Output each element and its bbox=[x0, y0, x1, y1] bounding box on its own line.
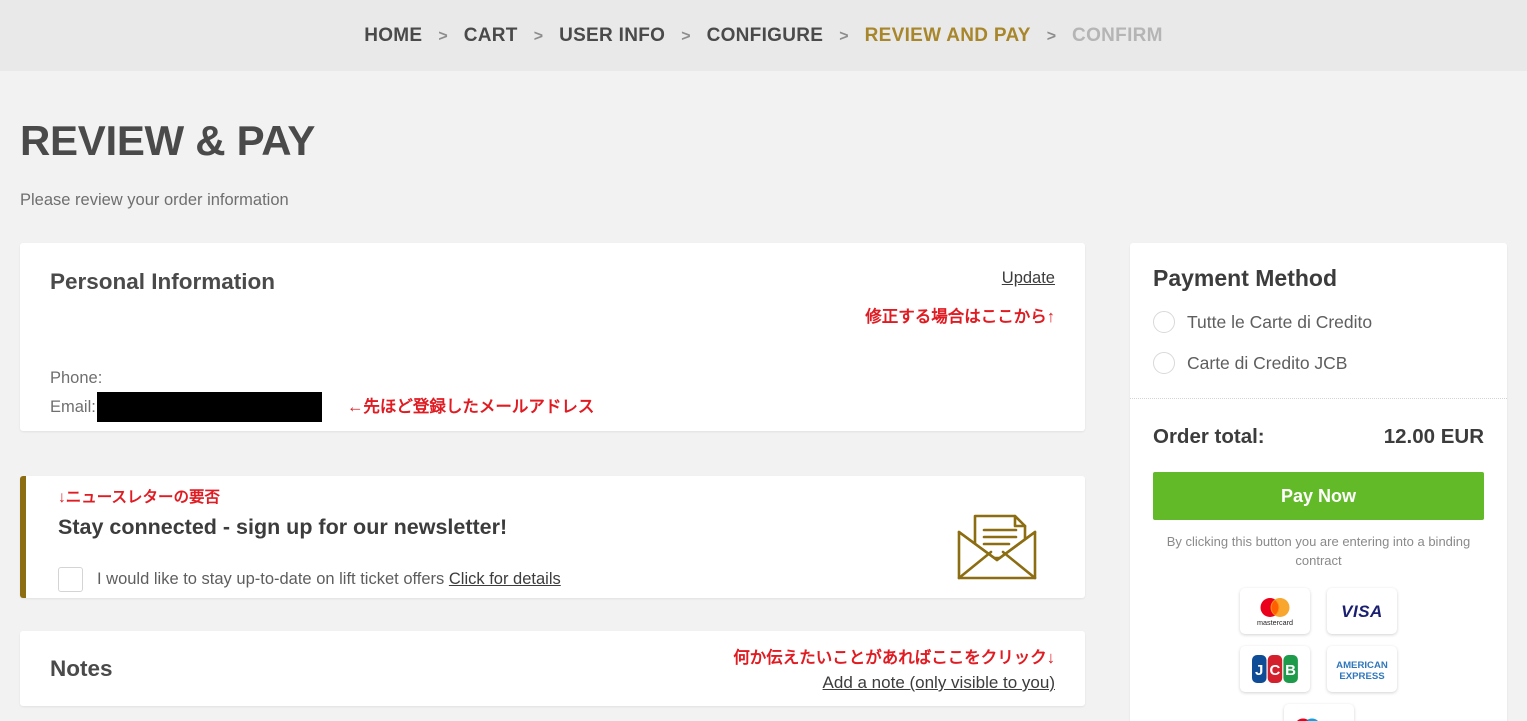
payment-divider bbox=[1130, 398, 1507, 399]
email-annotation: ←先ほど登録したメールアドレス bbox=[346, 398, 595, 416]
newsletter-annotation: ↓ニュースレターの要否 bbox=[58, 489, 220, 506]
personal-information-card: Personal Information Update 修正する場合はここから↑… bbox=[20, 243, 1085, 431]
svg-text:C: C bbox=[1269, 662, 1280, 679]
breadcrumb-separator: > bbox=[533, 27, 544, 45]
newsletter-title: Stay connected - sign up for our newslet… bbox=[58, 515, 508, 539]
order-total-label: Order total: bbox=[1153, 425, 1265, 448]
accepted-cards-list: mastercard VISA J C B AMERICAN EXPRESS bbox=[1201, 588, 1436, 721]
payment-disclaimer: By clicking this button you are entering… bbox=[1166, 534, 1471, 568]
breadcrumb-item-confirm: CONFIRM bbox=[1072, 24, 1163, 46]
breadcrumb-separator: > bbox=[839, 27, 849, 45]
pay-now-button[interactable]: Pay Now bbox=[1153, 472, 1484, 520]
page-body: REVIEW & PAY Please review your order in… bbox=[0, 71, 1527, 721]
email-field-row: Email: ←先ほど登録したメールアドレス bbox=[50, 392, 1055, 422]
svg-text:J: J bbox=[1255, 662, 1263, 679]
order-total-row: Order total: 12.00 EUR bbox=[1153, 425, 1484, 449]
page-subtitle: Please review your order information bbox=[20, 191, 289, 209]
svg-text:VISA: VISA bbox=[1341, 602, 1383, 621]
personal-information-actions: Update 修正する場合はここから↑ bbox=[865, 269, 1055, 327]
newsletter-checkbox-label: I would like to stay up-to-date on lift … bbox=[97, 570, 561, 589]
personal-information-title: Personal Information bbox=[50, 269, 276, 294]
page-title: REVIEW & PAY bbox=[20, 117, 316, 164]
visa-logo: VISA bbox=[1327, 588, 1397, 634]
newsletter-optin-row[interactable]: I would like to stay up-to-date on lift … bbox=[58, 567, 1055, 592]
breadcrumb-item-user-info[interactable]: USER INFO bbox=[559, 25, 665, 47]
newsletter-card: ↓ニュースレターの要否 Stay connected - sign up for… bbox=[20, 476, 1085, 598]
radio-icon[interactable] bbox=[1153, 352, 1175, 374]
main-column: Personal Information Update 修正する場合はここから↑… bbox=[20, 243, 1085, 706]
mastercard-logo: mastercard bbox=[1240, 588, 1310, 634]
maestro-logo: maestro bbox=[1283, 704, 1354, 721]
svg-text:B: B bbox=[1285, 662, 1296, 679]
svg-text:mastercard: mastercard bbox=[1257, 618, 1293, 627]
payment-option-label: Carte di Credito JCB bbox=[1187, 352, 1348, 373]
newsletter-checkbox[interactable] bbox=[58, 567, 83, 592]
aside-column: Payment Method Tutte le Carte di Credito… bbox=[1130, 243, 1507, 721]
payment-option-jcb[interactable]: Carte di Credito JCB bbox=[1153, 352, 1484, 374]
payment-method-title: Payment Method bbox=[1153, 265, 1338, 291]
envelope-icon bbox=[951, 502, 1043, 589]
jcb-logo: J C B bbox=[1240, 646, 1310, 692]
payment-option-all-credit-cards[interactable]: Tutte le Carte di Credito bbox=[1153, 311, 1484, 333]
update-link[interactable]: Update bbox=[1002, 269, 1055, 288]
breadcrumb-separator: > bbox=[681, 27, 691, 45]
breadcrumb-item-review-and-pay[interactable]: REVIEW AND PAY bbox=[865, 25, 1031, 47]
notes-card: Notes 何か伝えたいことがあればここをクリック↓ Add a note (o… bbox=[20, 631, 1085, 706]
personal-information-header: Personal Information Update 修正する場合はここから↑ bbox=[50, 269, 1055, 327]
email-label: Email: bbox=[50, 398, 96, 416]
svg-text:EXPRESS: EXPRESS bbox=[1339, 671, 1385, 682]
update-annotation: 修正する場合はここから↑ bbox=[865, 308, 1055, 326]
newsletter-details-link[interactable]: Click for details bbox=[449, 570, 561, 588]
american-express-logo: AMERICAN EXPRESS bbox=[1327, 646, 1397, 692]
payment-method-card: Payment Method Tutte le Carte di Credito… bbox=[1130, 243, 1507, 721]
notes-actions: 何か伝えたいことがあればここをクリック↓ Add a note (only vi… bbox=[733, 644, 1055, 693]
breadcrumb: HOME > CART > USER INFO > CONFIGURE > RE… bbox=[0, 0, 1527, 71]
notes-annotation: 何か伝えたいことがあればここをクリック↓ bbox=[733, 649, 1055, 667]
breadcrumb-item-home[interactable]: HOME bbox=[364, 25, 422, 47]
personal-information-fields: Phone: Email: ←先ほど登録したメールアドレス bbox=[50, 364, 1055, 422]
breadcrumb-item-cart[interactable]: CART bbox=[464, 25, 518, 47]
content-columns: Personal Information Update 修正する場合はここから↑… bbox=[20, 210, 1507, 721]
svg-text:AMERICAN: AMERICAN bbox=[1336, 660, 1388, 671]
phone-field-row: Phone: bbox=[50, 364, 1055, 392]
breadcrumb-separator: > bbox=[438, 27, 448, 45]
add-note-link[interactable]: Add a note (only visible to you) bbox=[823, 673, 1055, 692]
breadcrumb-separator: > bbox=[1046, 27, 1057, 45]
notes-title: Notes bbox=[50, 655, 113, 681]
breadcrumb-item-configure[interactable]: CONFIGURE bbox=[707, 25, 824, 47]
order-total-value: 12.00 EUR bbox=[1383, 425, 1484, 448]
email-value-redaction bbox=[96, 392, 322, 422]
radio-icon[interactable] bbox=[1153, 311, 1175, 333]
phone-label: Phone: bbox=[50, 369, 103, 387]
payment-option-label: Tutte le Carte di Credito bbox=[1187, 311, 1373, 332]
newsletter-checkbox-text: I would like to stay up-to-date on lift … bbox=[97, 570, 445, 588]
